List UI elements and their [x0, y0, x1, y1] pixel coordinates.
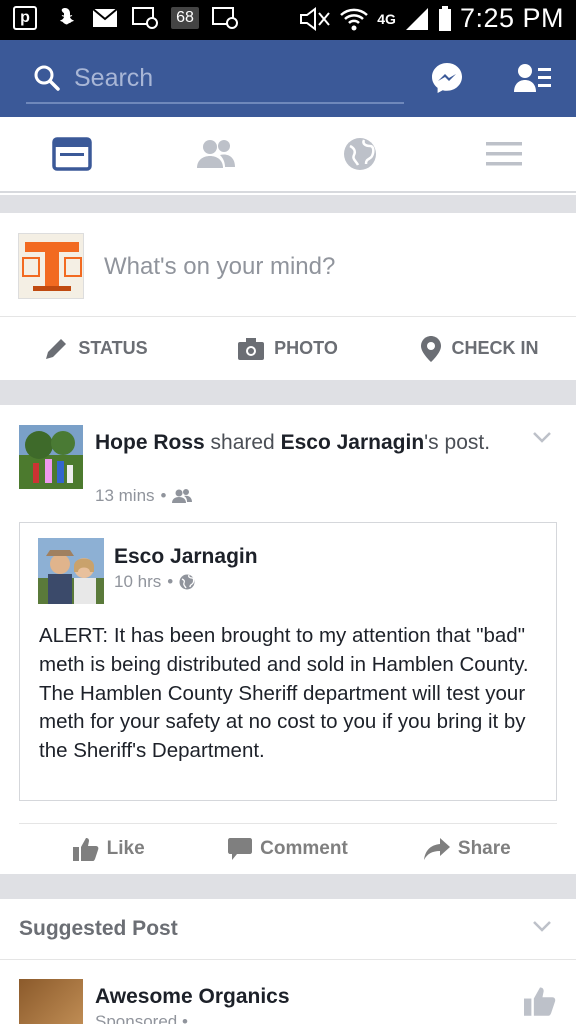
- possessive-suffix: 's: [424, 431, 439, 454]
- sponsored-label: Sponsored •: [95, 1012, 188, 1024]
- globe-icon: [344, 138, 376, 170]
- shared-post-timestamp[interactable]: 10 hrs: [114, 572, 161, 592]
- shared-post-text: ALERT: It has been brought to my attenti…: [39, 624, 529, 763]
- post-timestamp[interactable]: 13 mins: [95, 486, 155, 506]
- shared-post-meta: 10 hrs •: [114, 572, 195, 592]
- divider: [0, 959, 576, 960]
- share-label: Share: [457, 838, 511, 859]
- composer-actions: STATUS PHOTO CHECK IN: [0, 316, 576, 380]
- meta-separator: •: [167, 572, 174, 591]
- comment-label: Comment: [260, 838, 348, 859]
- friend-requests-icon[interactable]: [514, 62, 552, 94]
- status-bar-notifications: p 68: [12, 5, 238, 31]
- voicemail-icon: [132, 5, 158, 31]
- mute-icon: [300, 6, 331, 31]
- like-button[interactable]: Like: [19, 824, 198, 874]
- clock: 7:25 PM: [459, 3, 564, 33]
- search-icon: [34, 65, 60, 91]
- globe-icon: [179, 574, 195, 590]
- share-button[interactable]: Share: [378, 824, 557, 874]
- tab-bar: [0, 117, 576, 193]
- tab-friends[interactable]: [144, 117, 288, 191]
- post-actions: Like Comment Share: [19, 823, 557, 874]
- temperature-badge: 68: [171, 5, 199, 31]
- user-avatar[interactable]: [18, 233, 84, 299]
- status-prompt[interactable]: What's on your mind?: [104, 253, 335, 281]
- friends-icon: [197, 140, 235, 168]
- status-label: STATUS: [78, 338, 148, 358]
- pencil-icon: [46, 338, 67, 359]
- tab-news-feed[interactable]: [0, 117, 144, 191]
- shared-author-avatar[interactable]: [38, 538, 104, 604]
- signal-icon: [405, 7, 428, 30]
- status-button[interactable]: STATUS: [0, 317, 192, 380]
- tab-more[interactable]: [432, 117, 576, 191]
- meta-separator: •: [160, 486, 167, 505]
- post-header: Hope Ross shared Esco Jarnagin's post.: [95, 429, 515, 457]
- original-author-name[interactable]: Esco Jarnagin: [281, 431, 425, 454]
- pinterest-icon: p: [12, 5, 38, 31]
- thumbs-up-icon: [72, 838, 99, 861]
- like-label: Like: [106, 838, 145, 859]
- like-page-icon[interactable]: [524, 985, 556, 1017]
- location-pin-icon: [421, 335, 442, 362]
- feed-post: Hope Ross shared Esco Jarnagin's post. 1…: [0, 405, 576, 874]
- check-in-button[interactable]: CHECK IN: [384, 317, 576, 380]
- post-author-avatar[interactable]: [19, 425, 83, 489]
- post-object[interactable]: post.: [445, 431, 491, 454]
- shared-author-name[interactable]: Esco Jarnagin: [114, 545, 258, 569]
- search-placeholder: Search: [74, 63, 154, 92]
- search-bar[interactable]: Search: [26, 54, 404, 104]
- feed-separator: [0, 380, 576, 405]
- wifi-icon: [340, 8, 369, 30]
- composer: What's on your mind? STATUS PHOTO CHECK …: [0, 213, 576, 380]
- camera-icon: [238, 337, 265, 360]
- comment-icon: [228, 838, 253, 860]
- friends-audience-icon: [172, 489, 193, 503]
- news-feed-icon: [52, 137, 92, 171]
- post-author-name[interactable]: Hope Ross: [95, 431, 205, 454]
- page-name[interactable]: Awesome Organics: [95, 985, 290, 1009]
- status-bar-system: 4G 7:25 PM: [297, 3, 564, 34]
- share-arrow-icon: [423, 838, 450, 860]
- post-action-word: shared: [210, 431, 275, 454]
- post-meta: 13 mins •: [95, 486, 193, 506]
- chevron-down-icon[interactable]: [532, 430, 552, 444]
- top-bar: Search: [0, 40, 576, 117]
- mail-icon: [92, 5, 118, 31]
- feed-separator: [0, 195, 576, 213]
- status-bar: p 68 4G 7:25 PM: [0, 0, 576, 40]
- photo-button[interactable]: PHOTO: [192, 317, 384, 380]
- network-type: 4G: [377, 10, 396, 27]
- photo-label: PHOTO: [274, 338, 338, 358]
- messenger-icon[interactable]: [430, 61, 464, 95]
- snapchat-icon: [52, 5, 78, 31]
- menu-icon: [486, 142, 522, 166]
- shared-post[interactable]: Esco Jarnagin 10 hrs • ALERT: It has bee…: [19, 522, 557, 801]
- voicemail-icon: [212, 5, 238, 31]
- comment-button[interactable]: Comment: [198, 824, 377, 874]
- suggested-post: Suggested Post Awesome Organics Sponsore…: [0, 899, 576, 1024]
- check-in-label: CHECK IN: [451, 338, 539, 358]
- page-avatar[interactable]: [19, 979, 83, 1024]
- battery-icon: [438, 5, 451, 31]
- suggested-post-title: Suggested Post: [19, 917, 178, 940]
- feed-separator: [0, 874, 576, 899]
- tab-notifications[interactable]: [288, 117, 432, 191]
- chevron-down-icon[interactable]: [532, 919, 552, 933]
